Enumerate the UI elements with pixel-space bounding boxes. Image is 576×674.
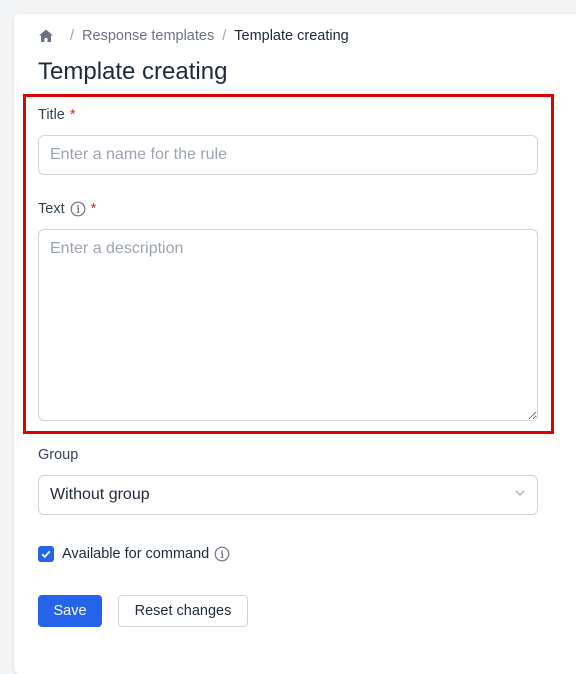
home-icon[interactable] bbox=[38, 28, 54, 44]
save-button[interactable]: Save bbox=[38, 595, 102, 627]
breadcrumb-separator: / bbox=[70, 28, 75, 44]
breadcrumb-current: Template creating bbox=[234, 28, 349, 44]
text-textarea[interactable] bbox=[38, 229, 538, 421]
group-label: Group bbox=[38, 447, 78, 463]
required-mark: * bbox=[69, 107, 76, 123]
text-label: Text * bbox=[38, 201, 96, 217]
page-title: Template creating bbox=[38, 58, 228, 85]
title-input[interactable] bbox=[38, 135, 538, 175]
available-checkbox[interactable] bbox=[38, 546, 54, 562]
text-label-text: Text bbox=[38, 201, 65, 217]
title-label-text: Title bbox=[38, 107, 65, 123]
available-for-command: Available for command bbox=[38, 546, 230, 562]
breadcrumb-separator: / bbox=[222, 28, 227, 44]
required-mark: * bbox=[90, 201, 97, 217]
breadcrumb-response-templates[interactable]: Response templates bbox=[82, 28, 214, 44]
title-label: Title * bbox=[38, 107, 76, 123]
group-select-value: Without group bbox=[50, 486, 150, 503]
info-icon[interactable] bbox=[214, 546, 230, 562]
reset-changes-button[interactable]: Reset changes bbox=[118, 595, 248, 627]
breadcrumb: / Response templates / Template creating bbox=[38, 28, 349, 44]
group-select[interactable]: Without group bbox=[38, 475, 538, 515]
chevron-down-icon bbox=[514, 486, 526, 504]
available-label: Available for command bbox=[62, 546, 210, 562]
info-icon[interactable] bbox=[70, 201, 86, 217]
group-label-text: Group bbox=[38, 447, 79, 463]
